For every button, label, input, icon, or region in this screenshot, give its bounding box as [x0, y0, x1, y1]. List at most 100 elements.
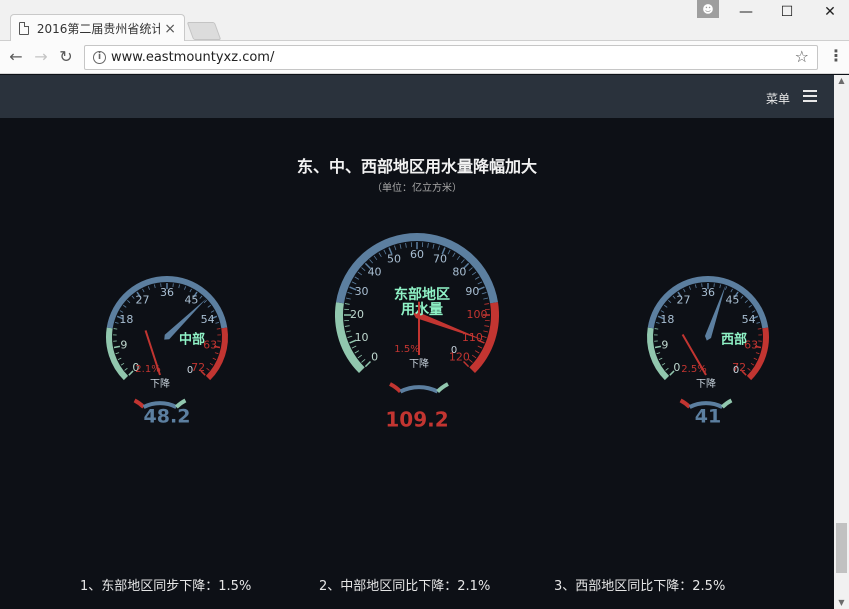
- gauge-tick-label: 40: [368, 266, 382, 279]
- gauge-tick: [405, 242, 407, 248]
- sub-gauge-value: 2.1%: [135, 364, 160, 375]
- close-window-button[interactable]: ✕: [815, 2, 845, 22]
- more-options-icon[interactable]: ⋮: [828, 46, 844, 65]
- gauge-tick: [113, 345, 121, 349]
- gauge-tick: [474, 350, 480, 354]
- gauge-tick: [347, 292, 353, 295]
- gauge-tick: [484, 303, 490, 305]
- gauge-tick: [483, 297, 489, 300]
- gauge-tick-label: 90: [465, 285, 479, 298]
- gauge-tick-label: 18: [119, 313, 133, 326]
- maximize-button[interactable]: ☐: [772, 2, 802, 22]
- gauge-tick: [740, 295, 744, 299]
- gauge-tick: [357, 354, 363, 359]
- gauge-tick: [468, 267, 473, 272]
- scroll-down-icon[interactable]: ▼: [834, 597, 849, 609]
- gauge-tick: [345, 330, 351, 333]
- minimize-button[interactable]: —: [731, 2, 761, 22]
- gauge-tick: [695, 284, 697, 289]
- gauge-tick: [664, 304, 668, 308]
- gauge-tick: [344, 303, 350, 305]
- gauge-tick-label: 45: [725, 293, 739, 306]
- gauge-tick: [210, 310, 215, 313]
- document-icon: [19, 22, 29, 35]
- gauge-tick: [481, 292, 487, 295]
- new-tab-button[interactable]: [186, 22, 222, 40]
- browser-tab[interactable]: 2016第二届贵州省统计信 ×: [10, 14, 185, 42]
- gauge-tick-label: 18: [660, 313, 674, 326]
- gauge-tick: [654, 328, 659, 330]
- tab-title: 2016第二届贵州省统计信: [36, 22, 161, 36]
- gauge-tick: [199, 295, 203, 299]
- gauge-tick: [216, 328, 221, 330]
- gauge-value: 48.2: [144, 406, 191, 428]
- gauge-tick: [460, 259, 465, 264]
- gauge-tick-label: 0: [371, 350, 378, 363]
- gauge-tick: [447, 249, 451, 255]
- web-page: 菜单 东、中、西部地区用水量降幅加大 （单位：亿立方米） 0 9 18 27 36 45 5…: [0, 75, 849, 609]
- address-toolbar: ← → ↻ i www.eastmountyxz.com/ ☆ ⋮: [0, 41, 849, 74]
- sub-gauge-band-high: [679, 398, 692, 409]
- gauge-tick-label: 27: [136, 293, 150, 306]
- sub-gauge-tick-label: 0: [187, 365, 193, 376]
- gauge-tick: [757, 328, 762, 330]
- gauge-tick: [725, 286, 728, 290]
- gauge-name-label: 中部: [179, 332, 205, 348]
- sub-gauge-label: 下降: [409, 357, 429, 370]
- gauge-tick: [113, 328, 118, 330]
- gauge-tick: [747, 367, 751, 371]
- gauge-value: 109.2: [385, 408, 448, 432]
- gauge-tick: [124, 367, 128, 371]
- info-icon[interactable]: i: [93, 51, 106, 64]
- gauge-tick: [730, 288, 733, 293]
- sub-gauge-band-low: [436, 382, 449, 393]
- gauge-tick: [354, 276, 360, 280]
- gauge-tick-label: 54: [742, 313, 756, 326]
- gauge-tick: [484, 325, 490, 327]
- scrollbar-thumb[interactable]: [836, 523, 847, 573]
- gauge-tick: [212, 357, 217, 360]
- gauge-tick: [154, 284, 156, 289]
- sub-gauge-tick-label: 0: [733, 365, 739, 376]
- gauge-tick-label: 70: [433, 253, 447, 266]
- gauge-tick: [477, 281, 483, 285]
- gauge-tick: [184, 286, 187, 290]
- sub-gauge-value: 2.5%: [681, 364, 706, 375]
- gauge-tick-label: 72: [191, 361, 205, 374]
- title-bar: 2016第二届贵州省统计信 × ☻ — ☐ ✕: [0, 0, 849, 42]
- reload-icon[interactable]: ↻: [55, 46, 77, 68]
- gauge-tick: [131, 295, 135, 299]
- gauge-tick: [209, 362, 214, 366]
- gauge-tick: [660, 310, 665, 313]
- gauge-tick: [719, 284, 721, 289]
- scroll-up-icon[interactable]: ▲: [834, 75, 849, 87]
- profile-icon[interactable]: ☻: [697, 0, 719, 18]
- gauge-tick: [354, 350, 360, 354]
- sub-gauge-band-high: [133, 398, 146, 409]
- gauge-tick-label: 45: [184, 293, 198, 306]
- gauge-tick: [756, 321, 761, 324]
- sub-gauge-tick-label: 0: [451, 345, 457, 356]
- sub-gauge-band-high: [389, 382, 402, 393]
- note-central: 2、中部地区同比下降：2.1%: [319, 579, 491, 594]
- gauge-tick: [471, 354, 477, 359]
- gauge-tick: [452, 252, 456, 258]
- url-input[interactable]: i www.eastmountyxz.com/ ☆: [84, 45, 818, 70]
- browser-window: 2016第二届贵州省统计信 × ☻ — ☐ ✕ ← → ↻ i www.east…: [0, 0, 849, 609]
- gauge-tick: [668, 300, 672, 304]
- note-east: 1、东部地区同步下降：1.5%: [80, 579, 252, 594]
- bookmark-star-icon[interactable]: ☆: [795, 47, 809, 66]
- gauge-tick-label: 20: [350, 308, 364, 321]
- gauge-tick-label: 80: [452, 266, 466, 279]
- gauge-tick: [378, 252, 382, 258]
- gauge-tick: [207, 304, 211, 308]
- gauge-tick: [755, 352, 760, 355]
- gauge-tick: [369, 259, 374, 264]
- forward-arrow-icon[interactable]: →: [30, 46, 52, 68]
- gauge-tick: [658, 357, 663, 360]
- tab-close-icon[interactable]: ×: [164, 21, 176, 37]
- gauge-tick-label: 63: [203, 339, 217, 352]
- back-arrow-icon[interactable]: ←: [5, 46, 27, 68]
- gauge-tick: [437, 245, 440, 251]
- gauge-tick: [744, 300, 748, 304]
